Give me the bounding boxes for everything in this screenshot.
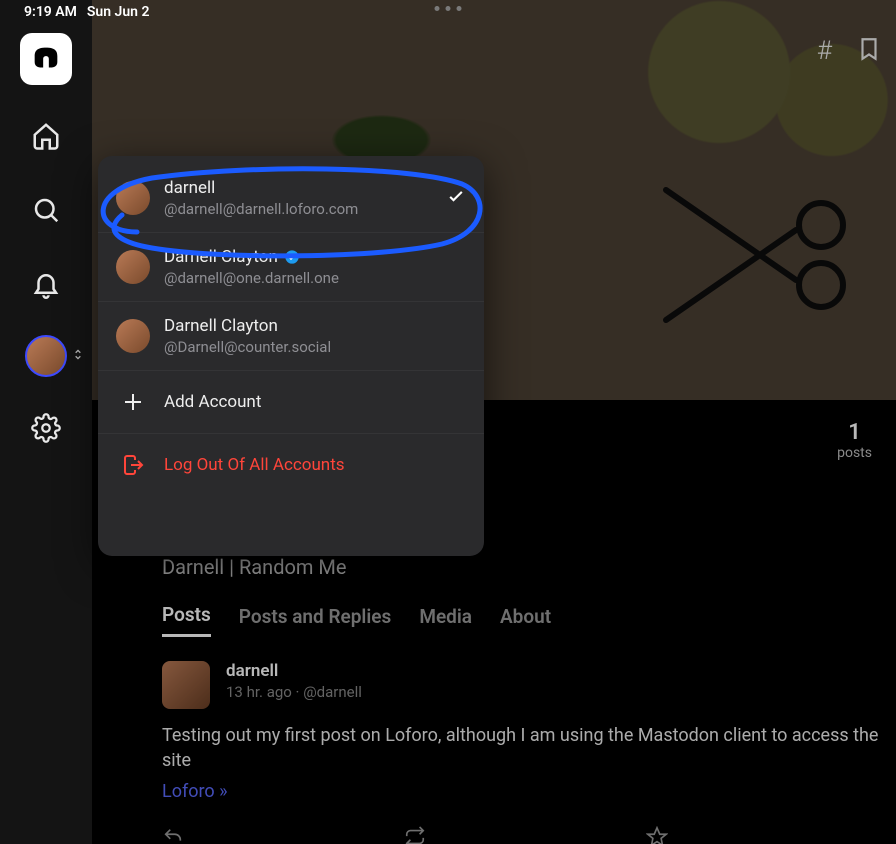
account-name: darnell	[164, 178, 432, 198]
add-account-button[interactable]: Add Account	[98, 370, 484, 433]
avatar-icon	[25, 335, 67, 377]
plus-icon	[116, 385, 150, 419]
account-row-2[interactable]: Darnell Clayton @Darnell@counter.social	[98, 301, 484, 370]
add-account-label: Add Account	[164, 392, 261, 412]
home-icon[interactable]	[23, 113, 69, 159]
mastodon-logo-icon[interactable]	[20, 33, 72, 85]
account-avatar-icon	[116, 250, 150, 284]
account-handle: @darnell@darnell.loforo.com	[164, 200, 432, 218]
check-icon	[446, 186, 466, 210]
updown-caret-icon	[71, 347, 85, 366]
multitask-dots[interactable]	[435, 6, 462, 11]
account-row-0[interactable]: darnell @darnell@darnell.loforo.com	[98, 156, 484, 232]
logout-label: Log Out Of All Accounts	[164, 455, 345, 475]
status-bar: 9:19 AM Sun Jun 2	[0, 0, 896, 24]
account-switcher: darnell @darnell@darnell.loforo.com Darn…	[98, 156, 484, 556]
logout-all-button[interactable]: Log Out Of All Accounts	[98, 433, 484, 496]
gear-icon[interactable]	[23, 405, 69, 451]
verified-badge-icon	[284, 249, 300, 265]
account-avatar-icon	[116, 319, 150, 353]
account-avatar-button[interactable]	[25, 335, 67, 377]
status-time: 9:19 AM	[24, 4, 77, 20]
account-name: Darnell Clayton	[164, 316, 466, 336]
logout-icon	[116, 448, 150, 482]
account-row-1[interactable]: Darnell Clayton @darnell@one.darnell.one	[98, 232, 484, 301]
account-name: Darnell Clayton	[164, 247, 278, 267]
account-handle: @Darnell@counter.social	[164, 338, 466, 356]
status-date: Sun Jun 2	[87, 4, 150, 20]
bell-icon[interactable]	[23, 261, 69, 307]
search-icon[interactable]	[23, 187, 69, 233]
sidebar	[0, 0, 92, 844]
account-avatar-icon	[116, 181, 150, 215]
account-handle: @darnell@one.darnell.one	[164, 269, 466, 287]
